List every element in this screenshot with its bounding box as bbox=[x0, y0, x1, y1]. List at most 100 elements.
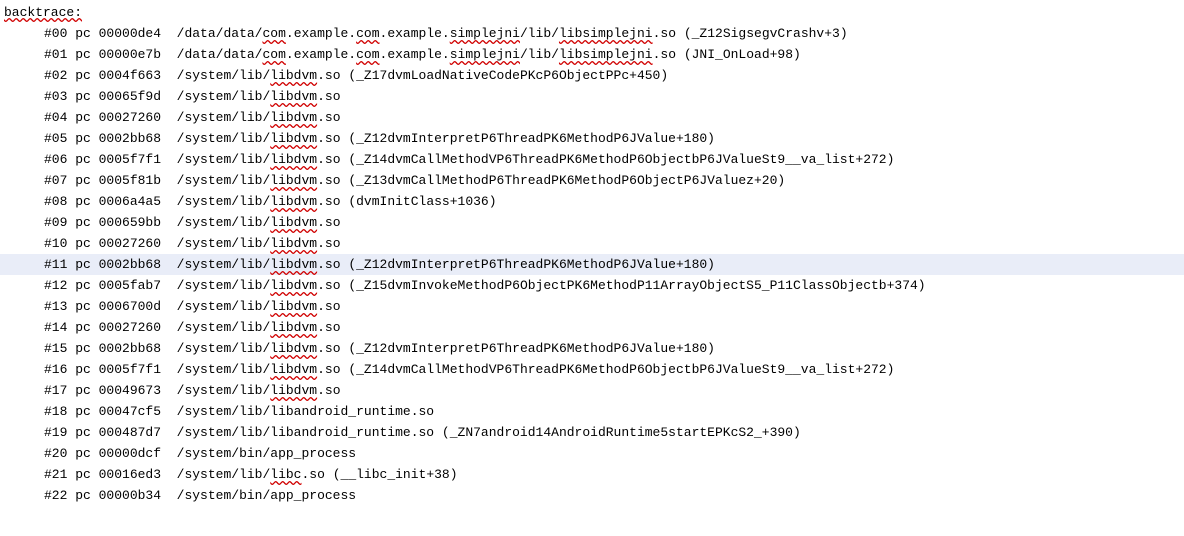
backtrace-container: backtrace: #00 pc 00000de4 /data/data/co… bbox=[0, 0, 1184, 514]
backtrace-frame: #04 pc 00027260 /system/lib/libdvm.so bbox=[0, 107, 1184, 128]
frame-path: /system/lib/libdvm.so bbox=[177, 362, 341, 377]
frame-path: /system/lib/libdvm.so bbox=[177, 110, 341, 125]
frame-pc: 0005f7f1 bbox=[99, 362, 161, 377]
frame-path: /system/lib/libandroid_runtime.so bbox=[177, 425, 434, 440]
frame-pc: 0002bb68 bbox=[99, 131, 161, 146]
frame-path: /system/lib/libdvm.so bbox=[177, 257, 341, 272]
backtrace-frame: #12 pc 0005fab7 /system/lib/libdvm.so (_… bbox=[0, 275, 1184, 296]
backtrace-frame: #03 pc 00065f9d /system/lib/libdvm.so bbox=[0, 86, 1184, 107]
frame-pc: 0005f7f1 bbox=[99, 152, 161, 167]
frame-pc: 00000e7b bbox=[99, 47, 161, 62]
frame-path: /system/lib/libdvm.so bbox=[177, 89, 341, 104]
frame-path: /system/lib/libdvm.so bbox=[177, 236, 341, 251]
frame-path: /system/lib/libdvm.so bbox=[177, 299, 341, 314]
frame-path: /system/lib/libdvm.so bbox=[177, 383, 341, 398]
frame-path: /system/bin/app_process bbox=[177, 488, 356, 503]
backtrace-frame: #01 pc 00000e7b /data/data/com.example.c… bbox=[0, 44, 1184, 65]
frame-path: /data/data/com.example.com.example.simpl… bbox=[177, 47, 676, 62]
frame-path: /system/lib/libdvm.so bbox=[177, 152, 341, 167]
frame-index: #02 bbox=[44, 68, 67, 83]
frame-symbol: (_Z12dvmInterpretP6ThreadPK6MethodP6JVal… bbox=[348, 131, 715, 146]
frame-path: /system/lib/libandroid_runtime.so bbox=[177, 404, 434, 419]
frame-pc: 0002bb68 bbox=[99, 257, 161, 272]
frame-index: #19 bbox=[44, 425, 67, 440]
frame-symbol: (dvmInitClass+1036) bbox=[348, 194, 496, 209]
frame-pc: 00027260 bbox=[99, 110, 161, 125]
backtrace-frame: #15 pc 0002bb68 /system/lib/libdvm.so (_… bbox=[0, 338, 1184, 359]
frame-path: /system/lib/libdvm.so bbox=[177, 68, 341, 83]
backtrace-frame: #13 pc 0006700d /system/lib/libdvm.so bbox=[0, 296, 1184, 317]
frame-index: #12 bbox=[44, 278, 67, 293]
frame-pc: 000659bb bbox=[99, 215, 161, 230]
backtrace-rows: #00 pc 00000de4 /data/data/com.example.c… bbox=[0, 23, 1184, 506]
frame-pc: 00049673 bbox=[99, 383, 161, 398]
frame-index: #01 bbox=[44, 47, 67, 62]
backtrace-frame: #17 pc 00049673 /system/lib/libdvm.so bbox=[0, 380, 1184, 401]
backtrace-header: backtrace: bbox=[0, 2, 1184, 23]
backtrace-frame: #21 pc 00016ed3 /system/lib/libc.so (__l… bbox=[0, 464, 1184, 485]
backtrace-frame: #00 pc 00000de4 /data/data/com.example.c… bbox=[0, 23, 1184, 44]
frame-index: #18 bbox=[44, 404, 67, 419]
frame-symbol: (_Z15dvmInvokeMethodP6ObjectPK6MethodP11… bbox=[348, 278, 925, 293]
frame-index: #09 bbox=[44, 215, 67, 230]
backtrace-frame: #22 pc 00000b34 /system/bin/app_process bbox=[0, 485, 1184, 506]
frame-pc: 00065f9d bbox=[99, 89, 161, 104]
frame-index: #06 bbox=[44, 152, 67, 167]
frame-index: #16 bbox=[44, 362, 67, 377]
frame-symbol: (__libc_init+38) bbox=[333, 467, 458, 482]
frame-index: #14 bbox=[44, 320, 67, 335]
frame-pc: 0005f81b bbox=[99, 173, 161, 188]
frame-index: #10 bbox=[44, 236, 67, 251]
frame-path: /system/lib/libdvm.so bbox=[177, 215, 341, 230]
frame-pc: 00000de4 bbox=[99, 26, 161, 41]
frame-index: #17 bbox=[44, 383, 67, 398]
backtrace-frame: #19 pc 000487d7 /system/lib/libandroid_r… bbox=[0, 422, 1184, 443]
backtrace-frame: #16 pc 0005f7f1 /system/lib/libdvm.so (_… bbox=[0, 359, 1184, 380]
frame-index: #20 bbox=[44, 446, 67, 461]
frame-index: #21 bbox=[44, 467, 67, 482]
frame-pc: 0006a4a5 bbox=[99, 194, 161, 209]
frame-index: #04 bbox=[44, 110, 67, 125]
frame-symbol: (JNI_OnLoad+98) bbox=[684, 47, 801, 62]
frame-path: /system/lib/libdvm.so bbox=[177, 194, 341, 209]
frame-pc: 00027260 bbox=[99, 236, 161, 251]
frame-path: /data/data/com.example.com.example.simpl… bbox=[177, 26, 676, 41]
backtrace-frame: #10 pc 00027260 /system/lib/libdvm.so bbox=[0, 233, 1184, 254]
frame-pc: 00000dcf bbox=[99, 446, 161, 461]
frame-symbol: (_Z17dvmLoadNativeCodePKcP6ObjectPPc+450… bbox=[348, 68, 668, 83]
backtrace-frame: #08 pc 0006a4a5 /system/lib/libdvm.so (d… bbox=[0, 191, 1184, 212]
frame-pc: 00000b34 bbox=[99, 488, 161, 503]
frame-path: /system/lib/libdvm.so bbox=[177, 278, 341, 293]
backtrace-frame: #07 pc 0005f81b /system/lib/libdvm.so (_… bbox=[0, 170, 1184, 191]
frame-symbol: (_ZN7android14AndroidRuntime5startEPKcS2… bbox=[442, 425, 801, 440]
backtrace-frame: #11 pc 0002bb68 /system/lib/libdvm.so (_… bbox=[0, 254, 1184, 275]
frame-pc: 000487d7 bbox=[99, 425, 161, 440]
frame-index: #03 bbox=[44, 89, 67, 104]
frame-pc: 00016ed3 bbox=[99, 467, 161, 482]
backtrace-frame: #14 pc 00027260 /system/lib/libdvm.so bbox=[0, 317, 1184, 338]
backtrace-frame: #09 pc 000659bb /system/lib/libdvm.so bbox=[0, 212, 1184, 233]
backtrace-frame: #06 pc 0005f7f1 /system/lib/libdvm.so (_… bbox=[0, 149, 1184, 170]
frame-symbol: (_Z14dvmCallMethodVP6ThreadPK6MethodP6Ob… bbox=[348, 362, 894, 377]
frame-index: #13 bbox=[44, 299, 67, 314]
frame-pc: 0004f663 bbox=[99, 68, 161, 83]
frame-symbol: (_Z14dvmCallMethodVP6ThreadPK6MethodP6Ob… bbox=[348, 152, 894, 167]
frame-index: #08 bbox=[44, 194, 67, 209]
frame-path: /system/lib/libdvm.so bbox=[177, 131, 341, 146]
frame-index: #07 bbox=[44, 173, 67, 188]
frame-path: /system/lib/libdvm.so bbox=[177, 320, 341, 335]
backtrace-frame: #18 pc 00047cf5 /system/lib/libandroid_r… bbox=[0, 401, 1184, 422]
frame-index: #11 bbox=[44, 257, 67, 272]
frame-pc: 00027260 bbox=[99, 320, 161, 335]
frame-path: /system/bin/app_process bbox=[177, 446, 356, 461]
backtrace-frame: #02 pc 0004f663 /system/lib/libdvm.so (_… bbox=[0, 65, 1184, 86]
frame-symbol: (_Z12dvmInterpretP6ThreadPK6MethodP6JVal… bbox=[348, 257, 715, 272]
frame-pc: 00047cf5 bbox=[99, 404, 161, 419]
frame-pc: 0002bb68 bbox=[99, 341, 161, 356]
frame-index: #22 bbox=[44, 488, 67, 503]
frame-index: #15 bbox=[44, 341, 67, 356]
frame-symbol: (_Z12dvmInterpretP6ThreadPK6MethodP6JVal… bbox=[348, 341, 715, 356]
frame-symbol: (_Z12SigsegvCrashv+3) bbox=[684, 26, 848, 41]
frame-symbol: (_Z13dvmCallMethodP6ThreadPK6MethodP6Obj… bbox=[348, 173, 785, 188]
frame-pc: 0005fab7 bbox=[99, 278, 161, 293]
